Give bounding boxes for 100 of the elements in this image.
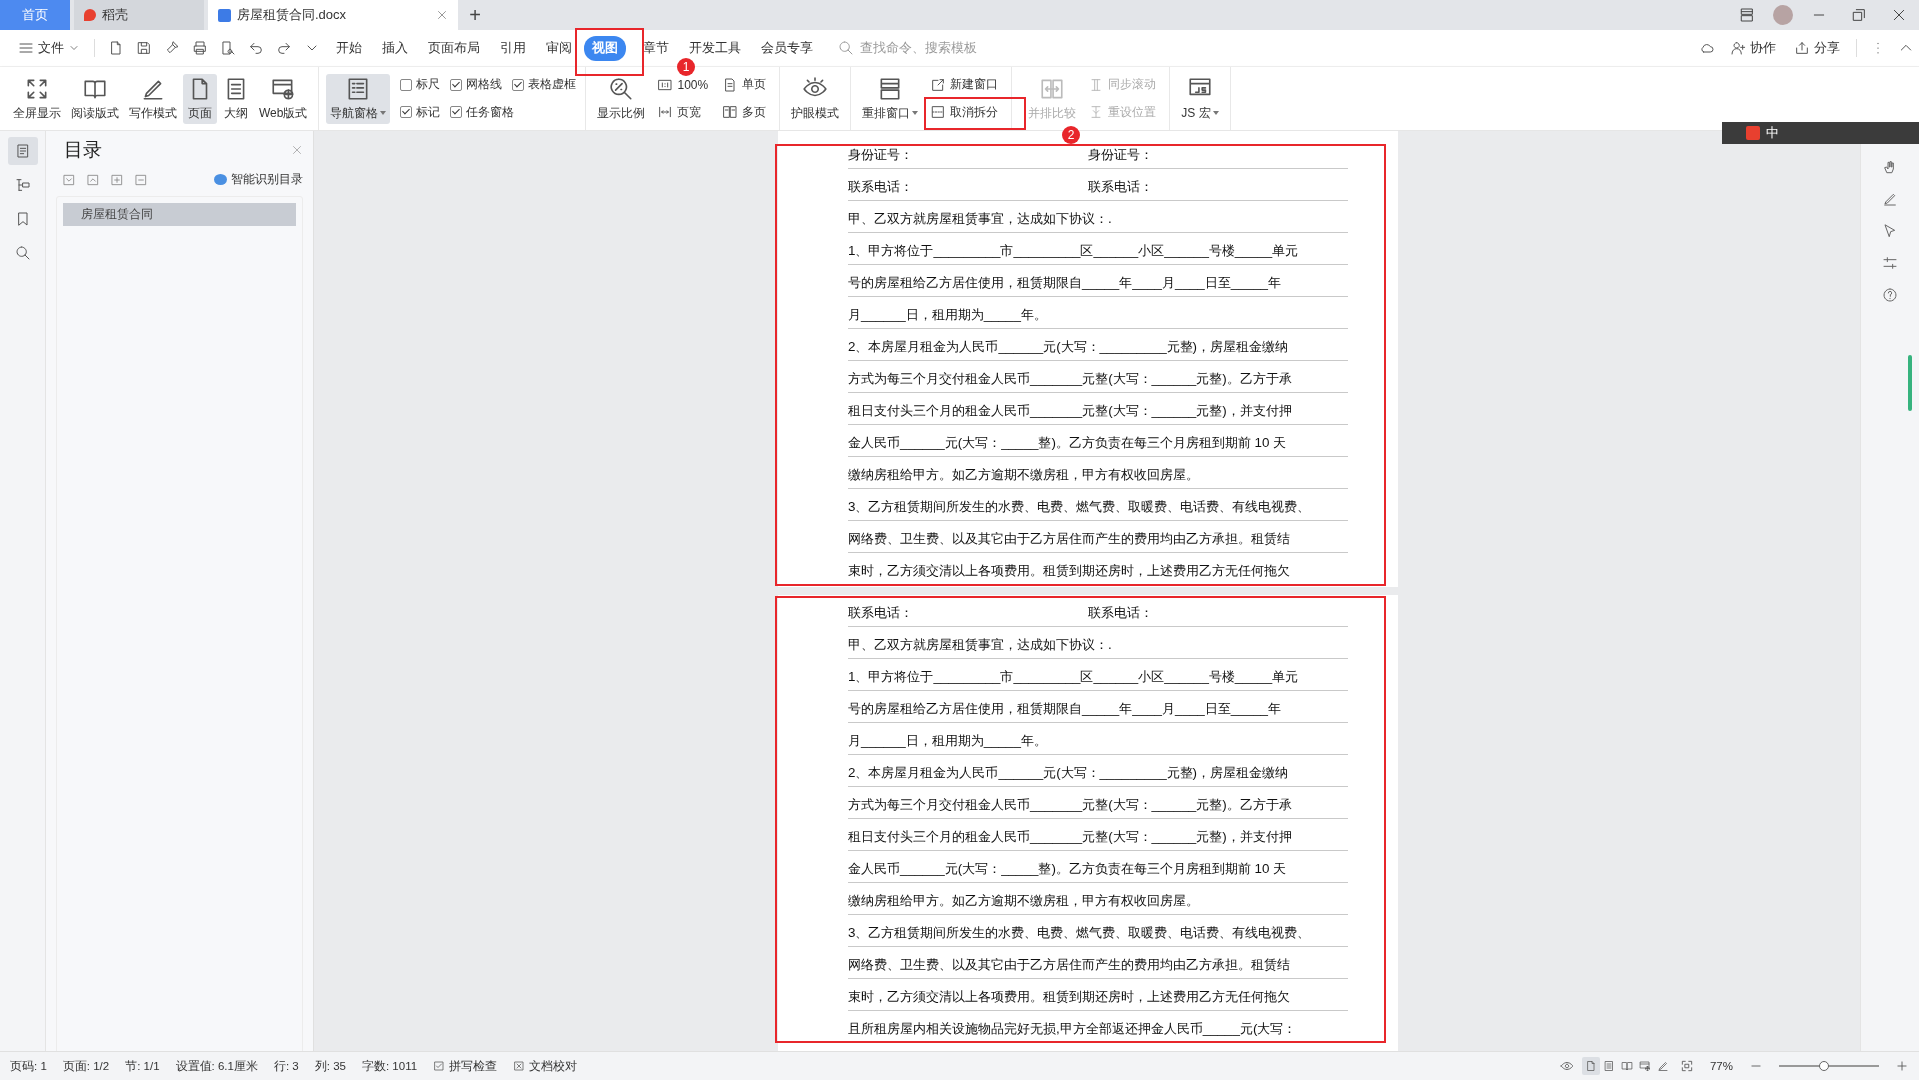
cursor-icon[interactable]	[1882, 223, 1898, 239]
ribbon-tab[interactable]: 开始	[328, 35, 370, 61]
ribbon-button[interactable]: 页面	[183, 73, 217, 124]
status-text: 列: 35	[314, 1058, 346, 1074]
step-badge: 2	[1062, 126, 1080, 144]
status-button[interactable]: 文档校对	[513, 1058, 578, 1074]
status-text: 页面: 1/2	[62, 1058, 110, 1074]
undo-icon[interactable]	[248, 40, 264, 56]
tab[interactable]: 房屋租赁合同.docx	[208, 0, 458, 30]
document-icon	[218, 8, 231, 22]
new-tab-button[interactable]: +	[458, 0, 492, 30]
ribbon-tab[interactable]: 开发工具	[681, 35, 749, 61]
input-method-bar[interactable]: 中	[1722, 122, 1919, 144]
view-button[interactable]	[1581, 1057, 1600, 1075]
ribbon-button[interactable]: 护眼模式	[787, 73, 844, 124]
avatar[interactable]	[1773, 5, 1793, 25]
checkbox[interactable]: 标记	[400, 103, 441, 121]
ribbon-button[interactable]: 写作模式	[125, 73, 181, 124]
ribbon-button[interactable]: 页宽	[655, 101, 711, 123]
ribbon-button[interactable]: 导航窗格	[326, 73, 391, 124]
document-text: 缴纳房租给甲方。如乙方逾期不缴房租，甲方有权收回房屋。	[848, 892, 1199, 910]
format-brush-icon[interactable]	[164, 40, 180, 56]
file-menu[interactable]: 文件	[12, 39, 86, 57]
document-text: 金人民币______元(大写：_____整)。乙方负责在每三个月房租到期前 10 天	[848, 860, 1287, 878]
redo-icon[interactable]	[276, 40, 292, 56]
checkbox[interactable]: 网格线	[450, 76, 503, 94]
split-icon	[930, 104, 947, 121]
remove-icon[interactable]	[134, 172, 148, 187]
ribbon-button[interactable]: 100%	[655, 74, 711, 95]
person-add-icon	[1730, 40, 1746, 56]
status-text: 行: 3	[273, 1058, 299, 1074]
collapse-icon[interactable]	[86, 172, 100, 187]
new-window-icon	[930, 76, 947, 93]
ribbon-button[interactable]: 显示比例	[593, 73, 650, 124]
windows-icon[interactable]	[1739, 7, 1755, 23]
help-icon[interactable]	[1882, 287, 1898, 303]
checkbox[interactable]: 表格虚框	[512, 76, 577, 94]
checkbox[interactable]: 标尺	[400, 76, 441, 94]
scrollbar[interactable]	[1908, 355, 1912, 411]
collaborate-button[interactable]: 协作	[1730, 39, 1776, 57]
add-icon[interactable]	[110, 172, 124, 187]
ribbon-button[interactable]: 多页	[720, 101, 769, 123]
ribbon-button[interactable]: 阅读版式	[67, 73, 123, 124]
ribbon-button[interactable]: 重排窗口	[858, 73, 923, 124]
ribbon-button[interactable]: Web版式	[255, 73, 312, 124]
new-document-icon[interactable]	[108, 40, 124, 56]
ribbon-button[interactable]: 单页	[720, 74, 769, 96]
tab[interactable]: 稻壳	[74, 0, 204, 30]
ribbon-tab[interactable]: 会员专享	[753, 35, 821, 61]
document-text: 束时，乙方须交清以上各项费用。租赁到期还房时，上述费用乙方无任何拖欠	[848, 988, 1290, 1006]
pane-title: 目录	[64, 138, 102, 162]
document-text: 联系电话：	[848, 178, 914, 196]
outline-item[interactable]: 房屋租赁合同	[63, 203, 296, 226]
menu-icon	[18, 40, 34, 56]
document-text: 身份证号：	[1088, 146, 1154, 164]
close-icon[interactable]	[1891, 7, 1907, 23]
document-text: 号的房屋租给乙方居住使用，租赁期限自_____年____月____日至_____年	[848, 274, 1282, 292]
print-icon[interactable]	[192, 40, 208, 56]
checkbox[interactable]: 任务窗格	[450, 103, 515, 121]
ribbon-tab[interactable]: 插入	[374, 35, 416, 61]
input-method-logo	[1746, 126, 1760, 140]
checkbox-icon	[433, 1060, 446, 1072]
ribbon-tab[interactable]: 审阅	[538, 35, 580, 61]
print-preview-icon[interactable]	[220, 40, 236, 56]
smart-toc-button[interactable]: 智能识别目录	[214, 171, 303, 188]
zoom-level[interactable]: 77%	[1709, 1060, 1733, 1072]
share-button[interactable]: 分享	[1794, 39, 1840, 57]
share-icon	[1794, 40, 1810, 56]
ribbon-tab[interactable]: 页面布局	[420, 35, 488, 61]
status-text: 页码: 1	[10, 1058, 47, 1074]
ribbon-button[interactable]: 全屏显示	[9, 73, 65, 124]
document-text: 甲、乙双方就房屋租赁事宜，达成如下协议：.	[848, 210, 1112, 228]
document-text: 甲、乙双方就房屋租赁事宜，达成如下协议：.	[848, 636, 1112, 654]
ribbon-tab[interactable]: 引用	[492, 35, 534, 61]
ribbon-button[interactable]: 大纲	[219, 73, 253, 124]
sidebar-tool[interactable]	[7, 137, 38, 165]
sliders-icon[interactable]	[1882, 255, 1898, 271]
document-text: 3、乙方租赁期间所发生的水费、电费、燃气费、取暖费、电话费、有线电视费、	[848, 924, 1311, 942]
ribbon-button[interactable]: JS 宏	[1177, 73, 1223, 124]
ribbon-button[interactable]: 取消拆分	[928, 101, 1001, 123]
close-box-icon	[513, 1060, 526, 1072]
search-icon	[838, 40, 854, 56]
page-icon	[1584, 1060, 1597, 1072]
ribbon-button[interactable]: 新建窗口	[928, 74, 1001, 96]
ribbon-tab[interactable]: 章节	[635, 35, 677, 61]
document-text: 联系电话：	[1088, 604, 1154, 622]
ribbon-tab[interactable]: 视图	[584, 35, 626, 61]
eye-icon[interactable]	[1559, 1059, 1574, 1073]
document-text: 身份证号：	[848, 146, 914, 164]
status-button[interactable]: 拼写检查	[433, 1058, 498, 1074]
tree-icon	[14, 177, 31, 193]
search-field[interactable]: 查找命令、搜索模板	[838, 40, 992, 56]
restore-icon[interactable]	[1851, 7, 1867, 23]
fit-icon[interactable]	[1679, 1059, 1694, 1073]
search-icon	[14, 245, 31, 261]
expand-icon[interactable]	[62, 172, 76, 187]
pen-icon[interactable]	[1882, 191, 1898, 207]
zoom-in-icon[interactable]	[1895, 1059, 1909, 1073]
document-text: 3、乙方租赁期间所发生的水费、电费、燃气费、取暖费、电话费、有线电视费、	[848, 498, 1311, 516]
save-icon[interactable]	[136, 40, 152, 56]
